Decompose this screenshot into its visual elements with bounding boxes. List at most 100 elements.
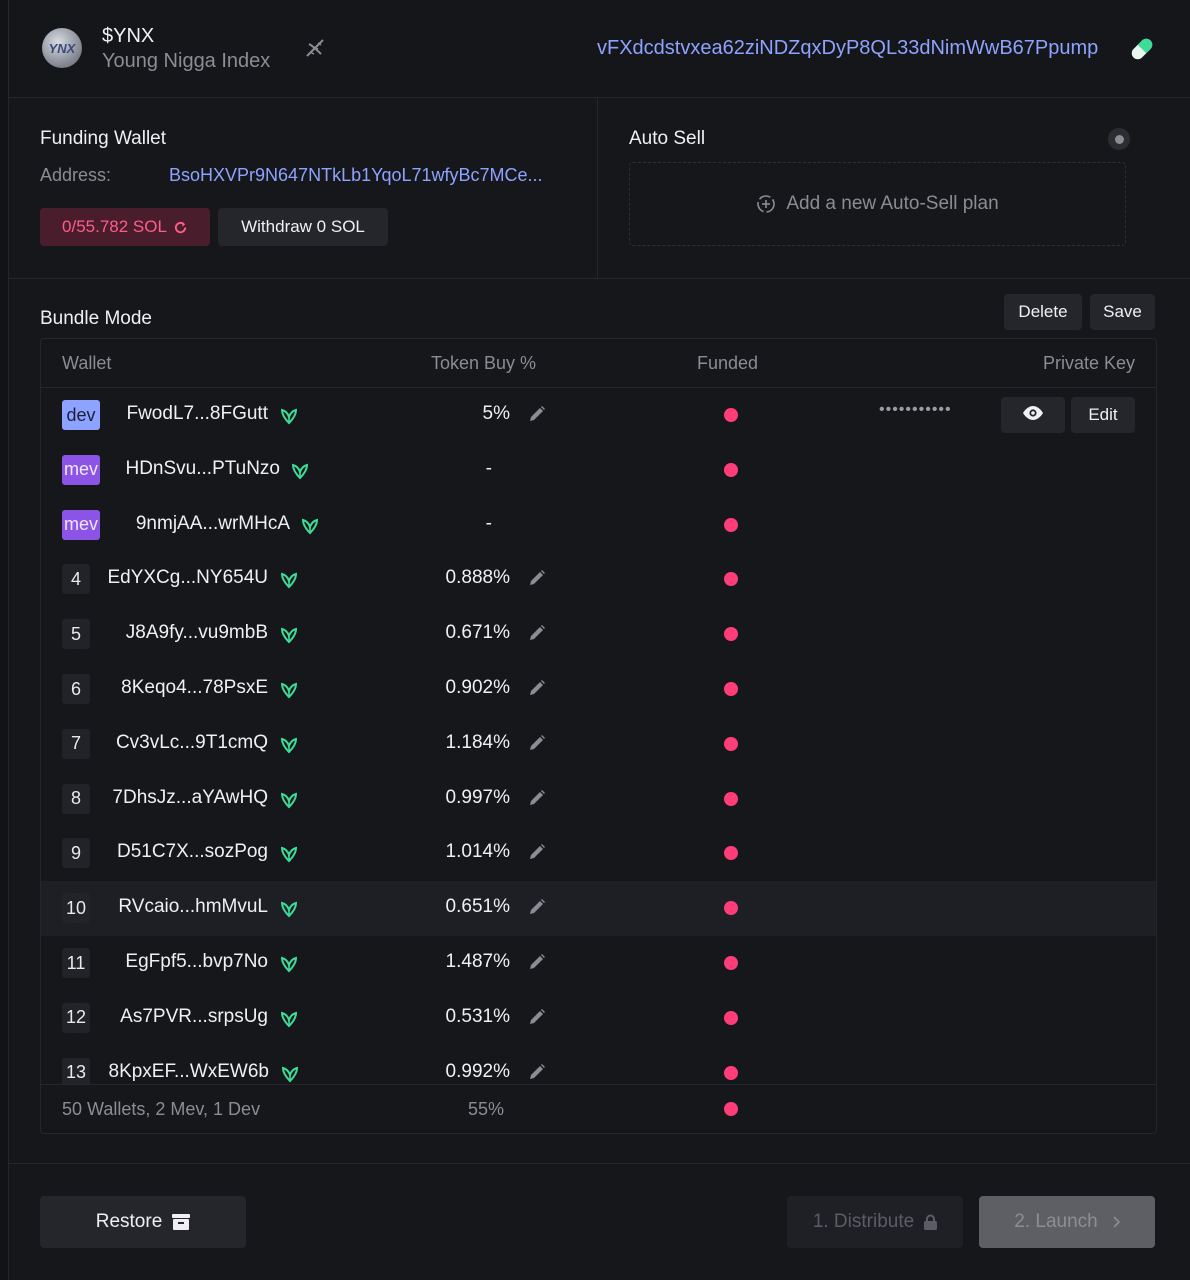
token-buy-percent: 0.997% (445, 786, 510, 808)
distribute-button[interactable]: 1. Distribute (787, 1196, 963, 1248)
withdraw-button[interactable]: Withdraw 0 SOL (218, 208, 388, 246)
wallet-address[interactable]: HDnSvu...PTuNzo (125, 458, 280, 480)
leaf-icon (279, 844, 299, 864)
token-buy-percent: 0.992% (445, 1060, 510, 1082)
leaf-icon (300, 516, 320, 536)
table-footer: 50 Wallets, 2 Mev, 1 Dev 55% (41, 1084, 1156, 1133)
delete-button[interactable]: Delete (1004, 294, 1082, 330)
column-header-funded: Funded (697, 353, 759, 373)
pencil-icon[interactable] (527, 404, 547, 424)
funded-dot (724, 627, 738, 642)
save-button[interactable]: Save (1090, 294, 1155, 330)
wallet-index: 4 (62, 564, 90, 595)
token-header: YNX $YNX Young Nigga Index vFXdcdstvxea6… (9, 0, 1190, 98)
sol-balance-button[interactable]: 0/55.782 SOL (40, 208, 210, 246)
mev-wallet-tag: mev (62, 509, 100, 540)
wallet-address[interactable]: EgFpf5...bvp7No (125, 951, 268, 973)
leaf-icon (279, 680, 299, 700)
auto-sell-toggle[interactable] (1108, 128, 1130, 150)
pencil-icon[interactable] (527, 678, 547, 698)
leaf-icon (290, 461, 310, 481)
pill-icon[interactable] (1127, 34, 1157, 64)
table-row[interactable]: 8 7DhsJz...aYAwHQ 0.997% (41, 772, 1156, 827)
wallet-address[interactable]: As7PVR...srpsUg (120, 1006, 268, 1028)
toggle-private-key-button[interactable] (1001, 397, 1065, 433)
table-row[interactable]: mev 9nmjAA...wrMHcA - (41, 498, 1156, 553)
wallet-address[interactable]: Cv3vLc...9T1cmQ (116, 732, 268, 754)
funded-dot (724, 1010, 738, 1025)
table-row[interactable]: 11 EgFpf5...bvp7No 1.487% (41, 936, 1156, 991)
column-header-wallet: Wallet (62, 353, 112, 373)
table-row[interactable]: 7 Cv3vLc...9T1cmQ 1.184% (41, 717, 1156, 772)
funding-wallet-section (9, 98, 598, 278)
pencil-icon[interactable] (527, 842, 547, 862)
wallet-address[interactable]: J8A9fy...vu9mbB (126, 622, 268, 644)
edit-private-key-button[interactable]: Edit (1071, 397, 1135, 433)
dna-icon[interactable] (301, 34, 329, 62)
table-row[interactable]: 12 As7PVR...srpsUg 0.531% (41, 991, 1156, 1046)
token-buy-percent: 1.487% (445, 951, 510, 972)
table-row[interactable]: 6 8Keqo4...78PsxE 0.902% (41, 662, 1156, 717)
pencil-icon[interactable] (527, 952, 547, 972)
token-buy-percent: - (485, 512, 492, 534)
wallet-address[interactable]: EdYXCg...NY654U (107, 567, 268, 589)
wallet-address[interactable]: D51C7X...sozPog (117, 841, 268, 863)
pencil-icon[interactable] (527, 623, 547, 643)
token-name: Young Nigga Index (102, 50, 271, 72)
wallet-index: 5 (62, 619, 90, 650)
add-auto-sell-plan-button[interactable]: Add a new Auto-Sell plan (629, 162, 1126, 246)
table-row[interactable]: 5 J8A9fy...vu9mbB 0.671% (41, 607, 1156, 662)
auto-sell-title: Auto Sell (629, 128, 706, 149)
wallet-address[interactable]: RVcaio...hmMvuL (118, 896, 268, 918)
add-auto-sell-label: Add a new Auto-Sell plan (786, 193, 999, 214)
wallet-address[interactable]: 9nmjAA...wrMHcA (136, 513, 290, 535)
launch-label: 2. Launch (1014, 1211, 1098, 1232)
wallet-address[interactable]: 8Keqo4...78PsxE (121, 677, 268, 699)
leaf-icon (279, 899, 299, 919)
funded-dot (724, 1065, 738, 1080)
table-row[interactable]: mev HDnSvu...PTuNzo - (41, 443, 1156, 498)
funded-dot (724, 736, 738, 751)
table-row[interactable]: 9 D51C7X...sozPog 1.014% (41, 826, 1156, 881)
wallet-address[interactable]: 8KpxEF...WxEW6b (109, 1061, 270, 1083)
address-label: Address: (40, 165, 112, 185)
pencil-icon[interactable] (527, 897, 547, 917)
wallet-address[interactable]: 7DhsJz...aYAwHQ (112, 787, 268, 809)
contract-address-link[interactable]: vFXdcdstvxea62ziNDZqxDyP8QL33dNimWwB67Pp… (597, 37, 1098, 60)
add-circle-icon (757, 195, 776, 213)
table-row[interactable]: dev FwodL7...8FGutt 5% ••••••••••• Edit (41, 388, 1156, 443)
pencil-icon[interactable] (527, 1007, 547, 1027)
eye-icon (1022, 405, 1044, 425)
funded-dot (724, 462, 738, 477)
funded-dot (724, 846, 738, 861)
token-buy-percent: 0.902% (445, 677, 510, 698)
table-row[interactable]: 4 EdYXCg...NY654U 0.888% (41, 552, 1156, 607)
column-header-token-buy: Token Buy % (431, 353, 537, 373)
bundle-wallets-table: Wallet Token Buy % Funded Private Key de… (40, 338, 1157, 1134)
funded-dot (724, 791, 738, 806)
restore-label: Restore (95, 1211, 163, 1232)
token-buy-percent: 0.671% (445, 622, 510, 644)
token-buy-percent: 0.651% (445, 896, 510, 918)
wallet-address[interactable]: FwodL7...8FGutt (126, 403, 268, 425)
token-buy-percent: 0.531% (445, 1005, 510, 1027)
distribute-label: 1. Distribute (812, 1211, 915, 1232)
refresh-icon (174, 221, 187, 233)
leaf-icon (279, 1009, 299, 1029)
leaf-icon (280, 1064, 300, 1084)
funding-address-link[interactable]: BsoHXVPr9N647NTkLb1YqoL71wfyBc7MCe... (169, 165, 564, 186)
pencil-icon[interactable] (527, 733, 547, 753)
pencil-icon[interactable] (527, 788, 547, 808)
token-ticker: $YNX (102, 25, 155, 47)
launch-button[interactable]: 2. Launch (979, 1196, 1155, 1248)
wallet-index: 9 (62, 838, 90, 869)
pencil-icon[interactable] (527, 1062, 547, 1082)
leaf-icon (279, 790, 299, 810)
funded-dot (724, 956, 738, 970)
pencil-icon[interactable] (527, 568, 547, 588)
leaf-icon (279, 954, 299, 974)
mev-wallet-tag: mev (62, 454, 100, 485)
leaf-icon (279, 406, 299, 426)
table-row[interactable]: 10 RVcaio...hmMvuL 0.651% (41, 881, 1156, 937)
restore-button[interactable]: Restore (40, 1196, 246, 1248)
